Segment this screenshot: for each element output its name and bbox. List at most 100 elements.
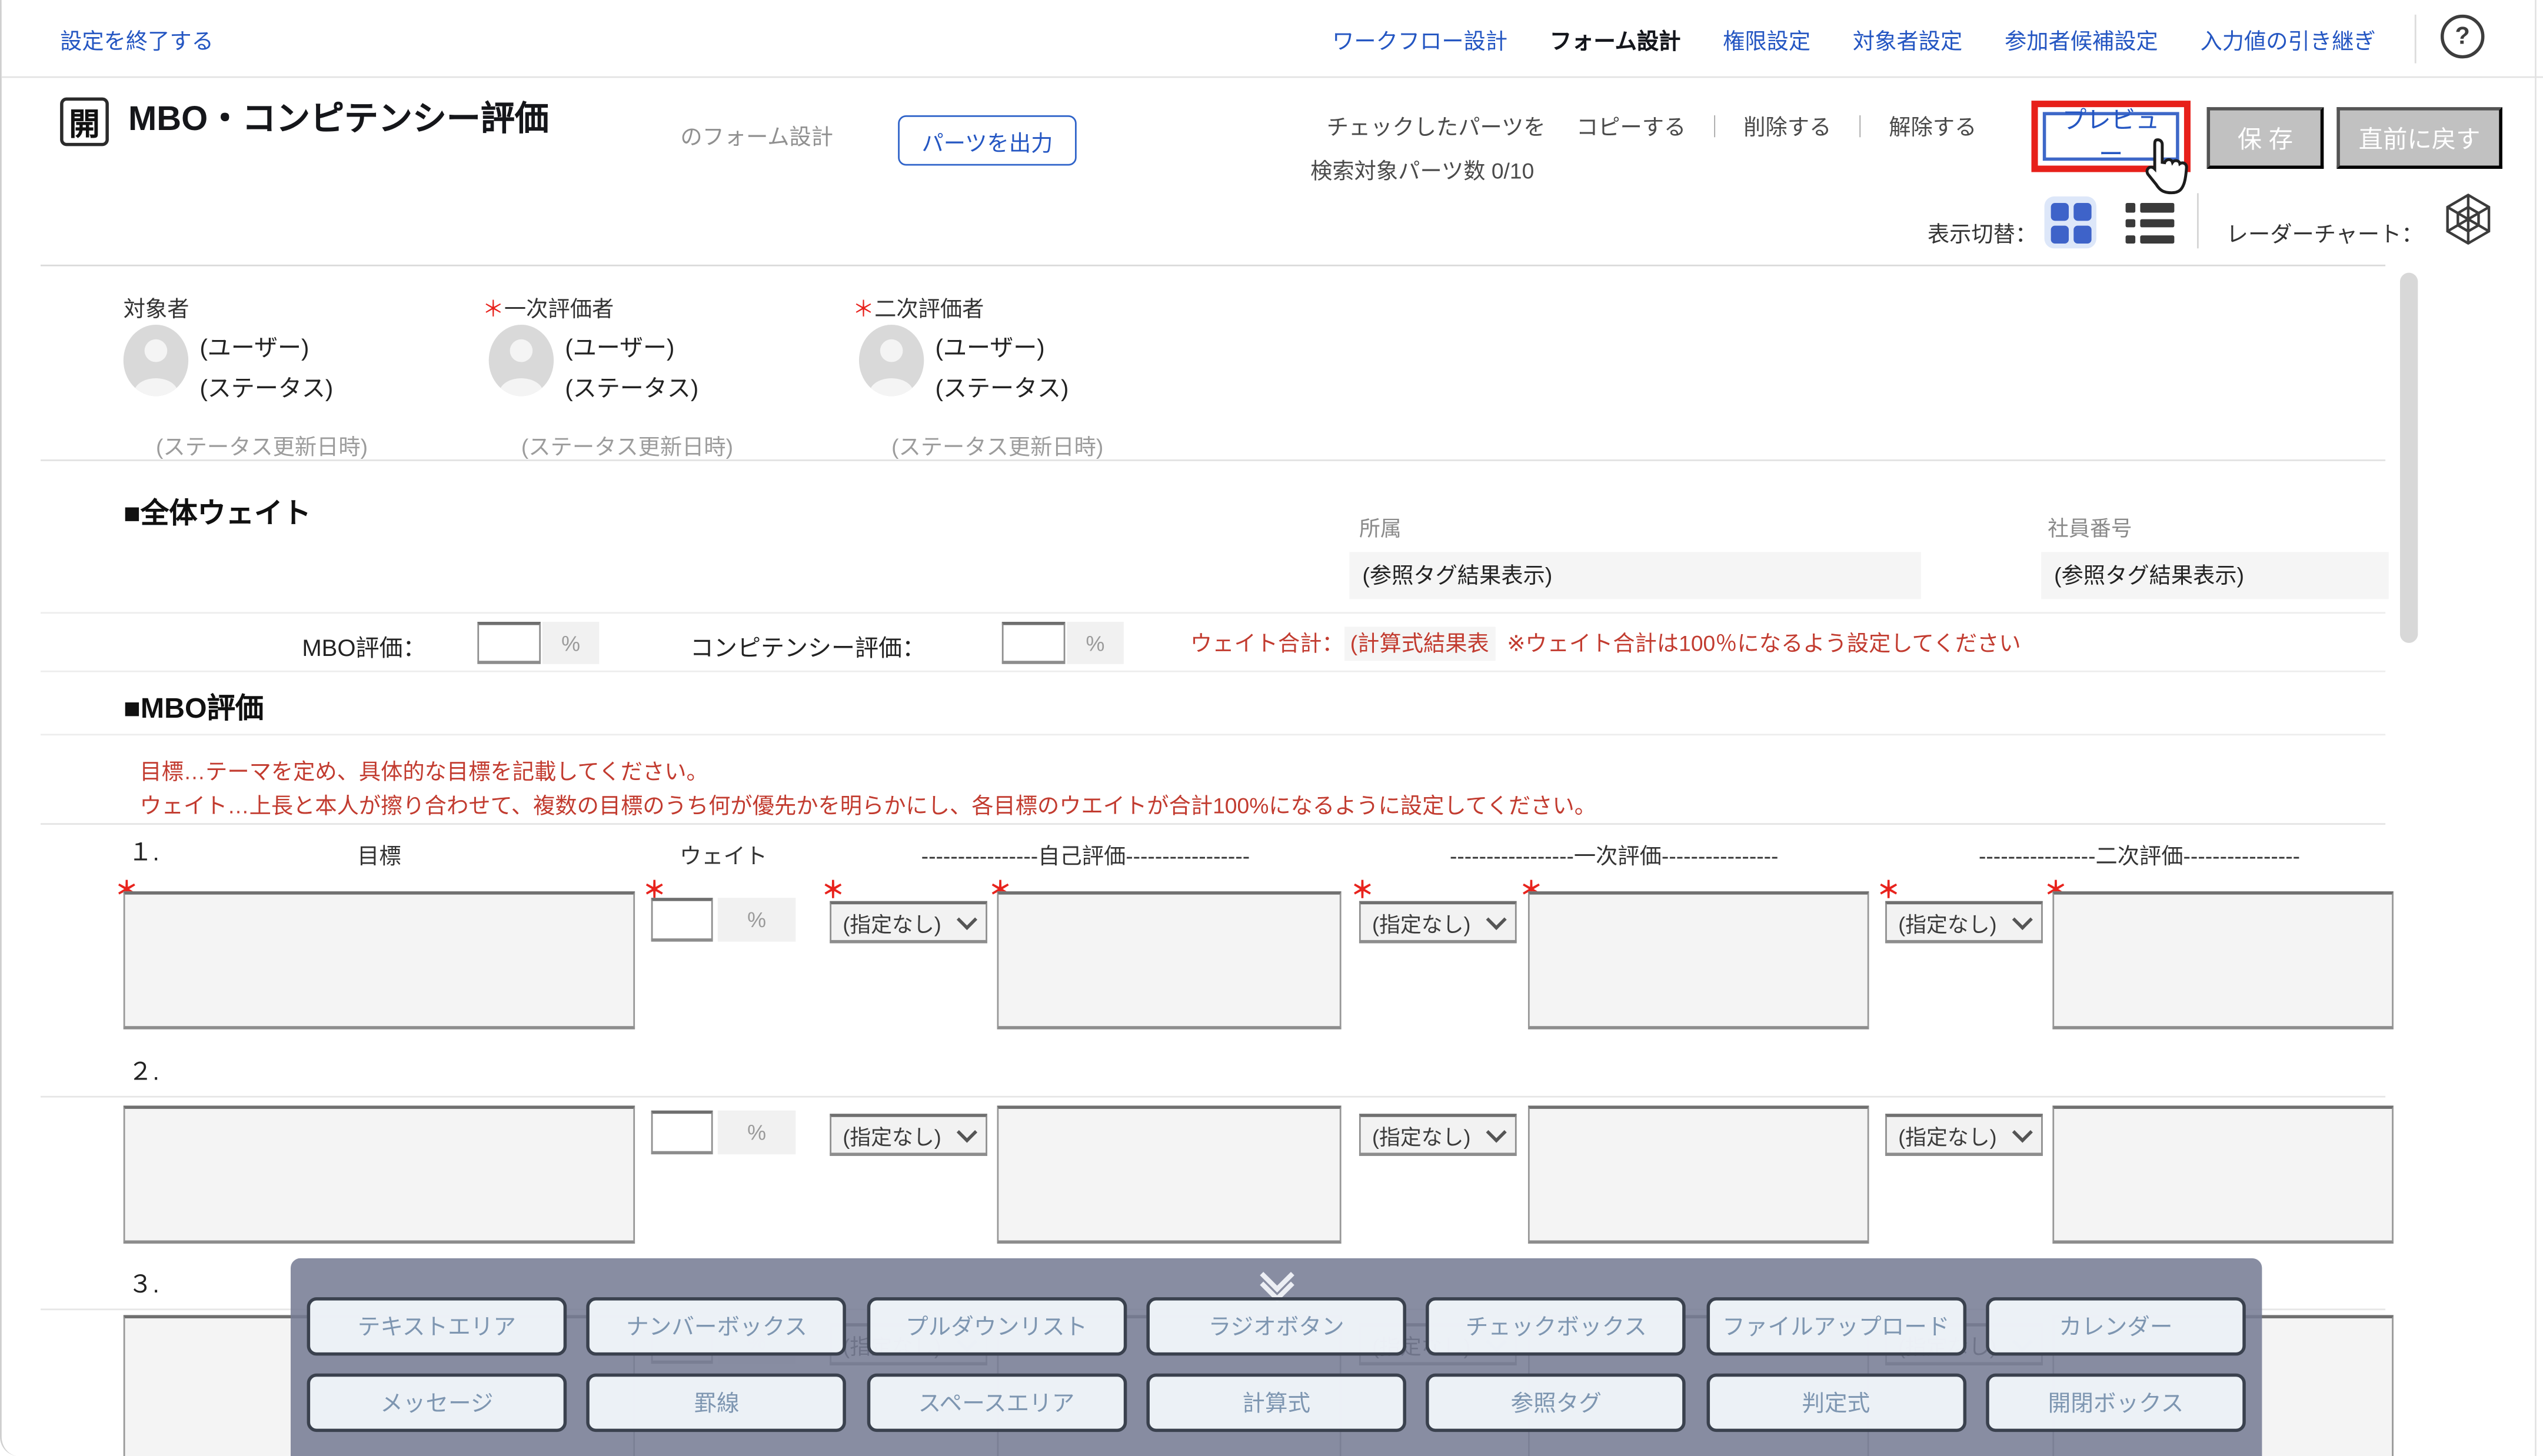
exit-settings-link[interactable]: 設定を終了する bbox=[60, 23, 214, 55]
display-toggle-label: 表示切替： bbox=[1928, 216, 2037, 248]
nav-input-value-carryover[interactable]: 入力値の引き継ぎ bbox=[2201, 23, 2376, 55]
radar-chart-label: レーダーチャート： bbox=[2226, 216, 2424, 248]
section-divider bbox=[41, 459, 2385, 461]
palette-space-area-button[interactable]: スペースエリア bbox=[867, 1374, 1127, 1432]
chevron-down-icon bbox=[957, 909, 977, 930]
palette-toggle-box-button[interactable]: 開閉ボックス bbox=[1986, 1374, 2246, 1432]
first-eval-comment-2[interactable] bbox=[1528, 1105, 1869, 1244]
palette-calc-formula-button[interactable]: 計算式 bbox=[1146, 1374, 1406, 1432]
nav-links: ワークフロー設計 フォーム設計 権限設定 対象者設定 参加者候補設定 入力値の引… bbox=[1332, 23, 2375, 55]
palette-checkbox-button[interactable]: チェックボックス bbox=[1426, 1297, 1686, 1355]
help-icon[interactable]: ? bbox=[2441, 15, 2485, 59]
first-eval-comment-1[interactable] bbox=[1528, 891, 1869, 1029]
palette-file-upload-button[interactable]: ファイルアップロード bbox=[1706, 1297, 1966, 1355]
competency-weight-input[interactable] bbox=[1002, 622, 1066, 664]
grid-view-toggle[interactable] bbox=[2045, 196, 2096, 248]
weight-input-1[interactable] bbox=[651, 898, 713, 942]
palette-pulldown-list-button[interactable]: プルダウンリスト bbox=[867, 1297, 1127, 1355]
row-divider bbox=[41, 734, 2385, 735]
weight-input-2[interactable] bbox=[651, 1111, 713, 1155]
participant-status-updated: (ステータス更新日時) bbox=[891, 429, 1103, 461]
delete-parts-action[interactable]: 削除する bbox=[1743, 109, 1831, 141]
row-divider bbox=[41, 823, 2385, 825]
nav-workflow-design[interactable]: ワークフロー設計 bbox=[1332, 23, 1507, 55]
self-eval-comment-2[interactable] bbox=[997, 1105, 1342, 1244]
nav-permission-settings[interactable]: 権限設定 bbox=[1723, 23, 1810, 55]
goal-instruction-note: 目標…テーマを定め、具体的な目標を記載してください。 bbox=[139, 754, 708, 786]
radar-chart-icon[interactable] bbox=[2441, 192, 2496, 247]
collapse-palette-icon[interactable] bbox=[1260, 1263, 1293, 1299]
chevron-down-icon bbox=[2012, 909, 2033, 930]
copy-parts-action[interactable]: コピーする bbox=[1576, 109, 1686, 141]
first-eval-select-1[interactable]: (指定なし) bbox=[1359, 901, 1517, 944]
palette-message-button[interactable]: メッセージ bbox=[307, 1374, 567, 1432]
palette-calendar-button[interactable]: カレンダー bbox=[1986, 1297, 2246, 1355]
second-eval-comment-2[interactable] bbox=[2052, 1105, 2394, 1244]
employee-number-label: 社員番号 bbox=[2048, 511, 2132, 542]
department-ref-tag-field: (参照タグ結果表示) bbox=[1349, 552, 1920, 599]
grid-icon bbox=[2050, 202, 2068, 220]
self-eval-select-2[interactable]: (指定なし) bbox=[830, 1114, 987, 1156]
action-separator: ｜ bbox=[1849, 109, 1871, 141]
palette-radio-button-button[interactable]: ラジオボタン bbox=[1146, 1297, 1406, 1355]
row-divider bbox=[41, 671, 2385, 672]
palette-number-box-button[interactable]: ナンバーボックス bbox=[587, 1297, 847, 1355]
grid-icon bbox=[2050, 225, 2068, 242]
row-divider bbox=[41, 1096, 2385, 1098]
top-nav-bar: 設定を終了する ワークフロー設計 フォーム設計 権限設定 対象者設定 参加者候補… bbox=[2, 0, 2543, 78]
goal-textarea-2[interactable] bbox=[124, 1105, 635, 1244]
department-label: 所属 bbox=[1359, 511, 1402, 542]
sheet-tab-icon: 開 bbox=[60, 98, 109, 146]
column-header-second-eval: ----------------二次評価---------------- bbox=[1885, 838, 2394, 870]
page-title: MBO・コンピテンシー評価 bbox=[128, 92, 549, 141]
mbo-weight-label: MBO評価： bbox=[302, 630, 426, 664]
participant-user-placeholder: (ユーザー) bbox=[936, 329, 1045, 364]
required-asterisk: ＊ bbox=[853, 297, 874, 321]
goal-textarea-1[interactable] bbox=[124, 891, 635, 1029]
first-eval-select-2[interactable]: (指定なし) bbox=[1359, 1114, 1517, 1156]
weight-instruction-note: ウェイト…上長と本人が擦り合わせて、複数の目標のうち何が優先かを明らかにし、各目… bbox=[139, 788, 1596, 820]
grid-icon bbox=[2073, 202, 2091, 220]
participant-status-placeholder: (ステータス) bbox=[199, 370, 333, 404]
palette-judgement-formula-button[interactable]: 判定式 bbox=[1706, 1374, 1966, 1432]
avatar bbox=[489, 325, 554, 396]
chevron-down-icon bbox=[2012, 1122, 2033, 1142]
palette-text-area-button[interactable]: テキストエリア bbox=[307, 1297, 567, 1355]
second-eval-comment-1[interactable] bbox=[2052, 891, 2394, 1029]
weight-percent-unit-1: % bbox=[718, 898, 795, 942]
save-button[interactable]: 保 存 bbox=[2207, 107, 2324, 169]
nav-form-design[interactable]: フォーム設計 bbox=[1550, 23, 1680, 55]
nav-target-settings[interactable]: 対象者設定 bbox=[1853, 23, 1962, 55]
palette-ref-tag-button[interactable]: 参照タグ bbox=[1426, 1374, 1686, 1432]
list-icon bbox=[2126, 219, 2175, 228]
second-eval-select-1[interactable]: (指定なし) bbox=[1885, 901, 2043, 944]
second-eval-select-2[interactable]: (指定なし) bbox=[1885, 1114, 2043, 1156]
vertical-scrollbar[interactable] bbox=[2400, 273, 2418, 643]
list-icon bbox=[2126, 235, 2175, 244]
viewbar-divider bbox=[2197, 193, 2199, 248]
mbo-weight-input[interactable] bbox=[477, 622, 541, 664]
undo-button[interactable]: 直前に戻す bbox=[2336, 107, 2502, 169]
clear-parts-action[interactable]: 解除する bbox=[1889, 109, 1976, 141]
page-subtitle: のフォーム設計 bbox=[680, 118, 833, 151]
participant-user-placeholder: (ユーザー) bbox=[199, 329, 309, 364]
chevron-down-icon bbox=[1486, 1122, 1507, 1142]
overall-weight-heading: ■全体ウェイト bbox=[124, 492, 311, 532]
self-eval-comment-1[interactable] bbox=[997, 891, 1342, 1029]
palette-ruled-line-button[interactable]: 罫線 bbox=[587, 1374, 847, 1432]
search-target-count: 検索対象パーツ数 0/10 bbox=[1310, 152, 1534, 185]
employee-number-ref-tag-field: (参照タグ結果表示) bbox=[2041, 552, 2389, 599]
participant-status-placeholder: (ステータス) bbox=[565, 370, 698, 404]
participant-status-updated: (ステータス更新日時) bbox=[521, 429, 733, 461]
participant-label-second-evaluator: ＊二次評価者 bbox=[853, 291, 984, 323]
list-view-toggle[interactable] bbox=[2126, 203, 2175, 244]
parts-palette: テキストエリア ナンバーボックス プルダウンリスト ラジオボタン チェックボック… bbox=[291, 1258, 2262, 1456]
nav-participant-candidate-settings[interactable]: 参加者候補設定 bbox=[2005, 23, 2158, 55]
column-header-weight: ウェイト bbox=[651, 838, 796, 870]
participant-user-placeholder: (ユーザー) bbox=[565, 329, 674, 364]
weight-percent-unit-2: % bbox=[718, 1111, 795, 1155]
export-parts-button[interactable]: パーツを出力 bbox=[898, 115, 1077, 166]
chevron-down-icon bbox=[957, 1122, 977, 1142]
self-eval-select-1[interactable]: (指定なし) bbox=[830, 901, 987, 944]
form-design-page: 設定を終了する ワークフロー設計 フォーム設計 権限設定 対象者設定 参加者候補… bbox=[0, 0, 2543, 1456]
